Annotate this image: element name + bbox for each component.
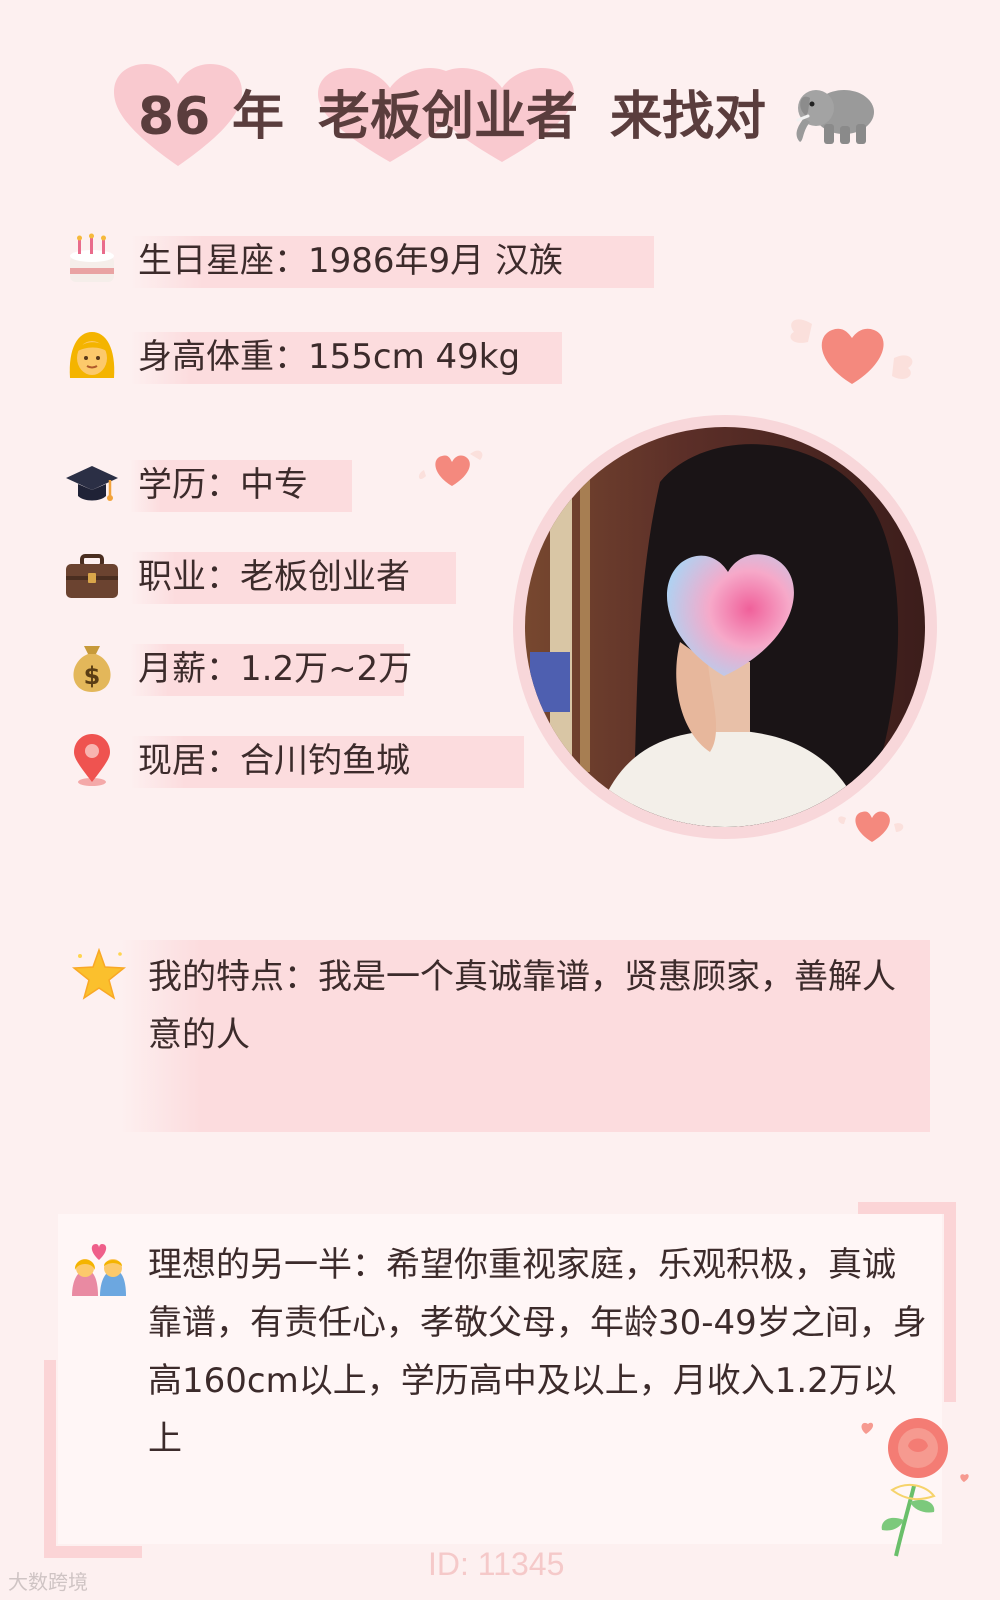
birthday-row: 生日星座：1986年9月 汉族	[64, 232, 664, 288]
woman-face-icon	[69, 332, 115, 378]
watermark: 大数跨境	[8, 1570, 88, 1594]
briefcase-icon	[66, 554, 118, 598]
feature-text: 我的特点：我是一个真诚靠谱，贤惠顾家，善解人意的人	[148, 957, 896, 1055]
rose-icon	[861, 1418, 969, 1557]
small-heart-decoration	[418, 450, 483, 486]
elephant-icon	[796, 90, 874, 144]
ideal-partner-text: 理想的另一半：希望你重视家庭，乐观积极，真诚靠谱，有责任心，孝敬父母，年龄30-…	[148, 1245, 927, 1459]
winged-heart-decoration	[790, 319, 913, 384]
residence-text: 现居：合川钓鱼城	[138, 741, 410, 781]
year-label: 年	[232, 87, 285, 147]
age-text: 86	[138, 87, 211, 147]
birthday-cake-icon	[70, 233, 114, 282]
location-pin-icon	[74, 734, 110, 786]
profile-id: ID: 11345	[428, 1546, 565, 1582]
salary-text: 月薪：1.2万~2万	[138, 649, 413, 689]
svg-text:$: $	[84, 662, 101, 690]
job-row: 职业：老板创业者	[64, 548, 464, 604]
graduation-cap-icon	[66, 466, 118, 501]
education-text: 学历：中专	[138, 465, 308, 505]
seeking-text: 来找对	[610, 87, 767, 147]
profile-photo	[513, 415, 937, 839]
star-icon	[72, 948, 126, 1000]
residence-row: 现居：合川钓鱼城	[64, 732, 524, 788]
birthday-text: 生日星座：1986年9月 汉族	[138, 241, 563, 281]
education-row: 学历：中专	[64, 456, 364, 512]
job-text: 职业：老板创业者	[138, 557, 410, 597]
money-bag-icon: $	[73, 646, 111, 692]
occupation-title: 老板创业者	[318, 87, 579, 147]
height-weight-text: 身高体重：155cm 49kg	[138, 337, 521, 377]
couple-heart-icon	[72, 1244, 126, 1296]
height-weight-row: 身高体重：155cm 49kg	[64, 328, 564, 384]
salary-row: $ 月薪：1.2万~2万	[64, 640, 424, 696]
page-title: 86 年 老板创业者 来找对	[0, 62, 1000, 172]
